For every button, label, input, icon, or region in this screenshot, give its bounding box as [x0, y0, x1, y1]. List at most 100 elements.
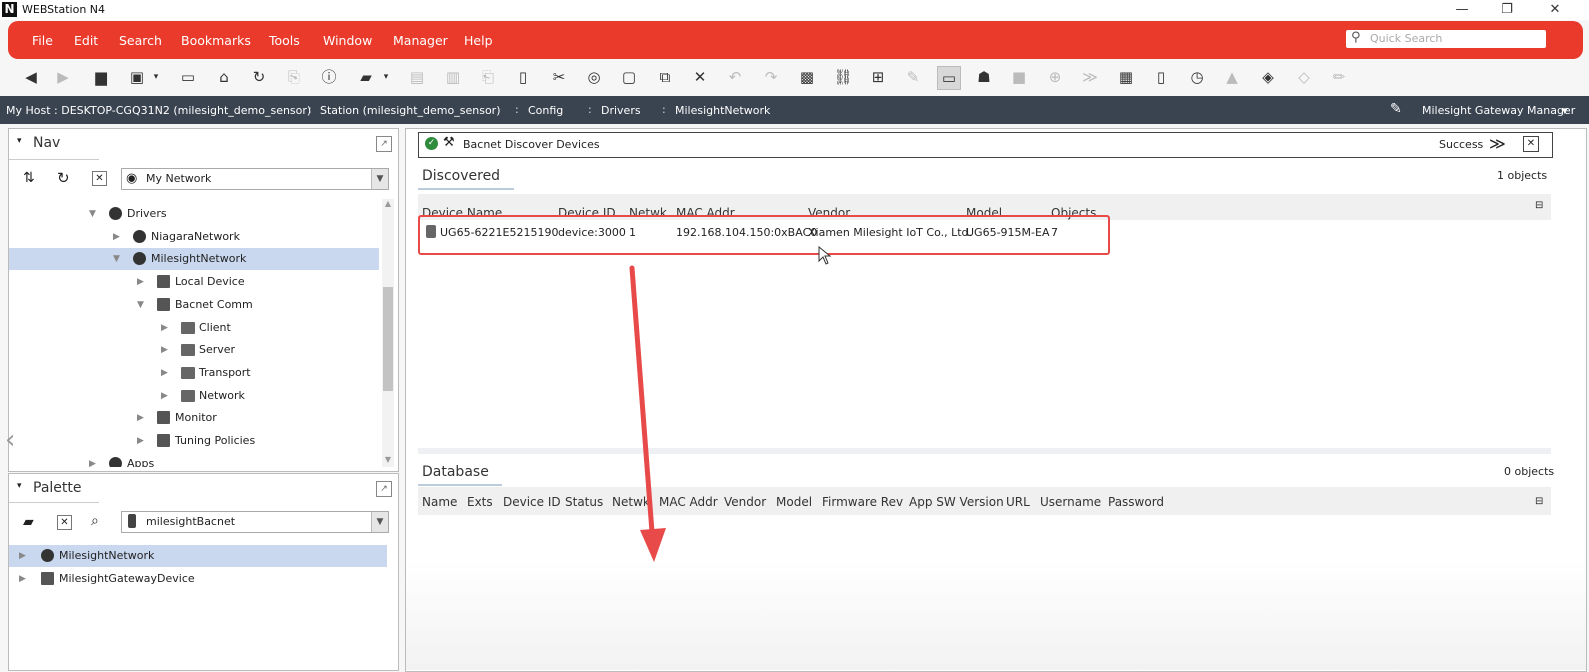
db-col-password[interactable]: Password: [1108, 495, 1164, 509]
menu-window[interactable]: Window: [323, 33, 372, 48]
db-col-name[interactable]: Name: [422, 495, 457, 509]
crumb-config[interactable]: Config: [528, 104, 563, 117]
tree-item[interactable]: ▼ Bacnet Comm: [9, 294, 379, 316]
nav-scroll-thumb[interactable]: [383, 287, 393, 391]
crumb-milesight-network[interactable]: MilesightNetwork: [675, 104, 770, 117]
edit-pencil-icon[interactable]: ✎: [902, 66, 924, 88]
tree-item[interactable]: ▶ Network: [9, 385, 379, 407]
collapse-icon[interactable]: ▾: [17, 136, 22, 146]
home-icon[interactable]: ⌂: [213, 66, 235, 88]
db-col-app-sw-version[interactable]: App SW Version: [909, 495, 1004, 509]
document-icon[interactable]: ▯: [1150, 66, 1172, 88]
crumb-drivers[interactable]: Drivers: [601, 104, 641, 117]
tree-item[interactable]: ▶ Tuning Policies: [9, 430, 379, 452]
tree-item[interactable]: ▶ Client: [9, 317, 379, 339]
db-col-vendor[interactable]: Vendor: [724, 495, 766, 509]
add-doc-icon[interactable]: ⊞: [867, 66, 889, 88]
marker-icon[interactable]: ✏: [1328, 66, 1350, 88]
discovered-tab[interactable]: Discovered: [418, 160, 514, 190]
link-mark-icon[interactable]: ▩: [796, 66, 818, 88]
expand-icon[interactable]: ▶: [161, 385, 168, 407]
stop-icon[interactable]: ■: [1008, 66, 1030, 88]
new-doc-icon[interactable]: ▯: [512, 66, 534, 88]
tree-item[interactable]: ▶ Monitor: [9, 407, 379, 429]
nav-scrollbar[interactable]: ▲ ▼: [382, 199, 394, 467]
refresh-icon[interactable]: ↻: [248, 66, 270, 88]
expand-icon[interactable]: ▶: [137, 407, 144, 429]
refresh-tree-icon[interactable]: ↻: [57, 169, 70, 187]
tree-item[interactable]: ▼ MilesightNetwork: [9, 248, 379, 271]
sort-icon[interactable]: ⇅: [23, 170, 35, 186]
expand-icon[interactable]: ▶: [161, 362, 168, 384]
view-selector[interactable]: Milesight Gateway Manager: [1422, 104, 1575, 117]
palette-tab[interactable]: ▾ Palette: [9, 474, 99, 503]
match-icon[interactable]: ≫: [1079, 66, 1101, 88]
collapse-icon[interactable]: ▾: [17, 481, 22, 491]
db-col-username[interactable]: Username: [1040, 495, 1101, 509]
link-icon[interactable]: ⛓: [832, 66, 854, 88]
expand-icon[interactable]: ▶: [137, 430, 144, 452]
job-details-icon[interactable]: ≫: [1489, 134, 1506, 153]
column-chooser-icon[interactable]: ⊟: [1535, 200, 1543, 211]
menu-search[interactable]: Search: [119, 33, 162, 48]
side-bar-dropdown-icon[interactable]: ▾: [145, 66, 167, 88]
tag-icon[interactable]: ◈: [1257, 66, 1279, 88]
expand-icon[interactable]: ▶: [19, 545, 26, 567]
tree-item[interactable]: ▶ Apps: [9, 453, 379, 467]
side-collapse-icon[interactable]: ‹: [5, 425, 15, 455]
close-tree-icon[interactable]: ✕: [92, 171, 107, 186]
nav-network-combo[interactable]: ◉ My Network ▼: [121, 168, 389, 190]
palette-item-milesight-gateway-device[interactable]: ▶ MilesightGatewayDevice: [9, 568, 379, 590]
forward-icon[interactable]: ▶: [52, 66, 74, 88]
quick-search-input[interactable]: ⚲ Quick Search: [1346, 30, 1546, 48]
menu-file[interactable]: File: [32, 33, 53, 48]
db-col-status[interactable]: Status: [565, 495, 603, 509]
open-dropdown-icon[interactable]: ▾: [375, 66, 397, 88]
collapse-icon[interactable]: ▼: [89, 203, 96, 225]
split-divider[interactable]: [418, 448, 1551, 454]
view-pencil-icon[interactable]: ✎: [1390, 101, 1402, 117]
maximize-button[interactable]: ❐: [1497, 1, 1517, 19]
cut-icon[interactable]: ✂: [548, 66, 570, 88]
crumb-host[interactable]: My Host : DESKTOP-CGQ31N2 (milesight_dem…: [6, 104, 311, 117]
template-icon[interactable]: ▦: [1115, 66, 1137, 88]
view-selector-dropdown-icon[interactable]: ▾: [1562, 104, 1568, 117]
tag-edit-icon[interactable]: ◇: [1293, 66, 1315, 88]
tree-item[interactable]: ▼ Drivers: [9, 203, 379, 225]
db-col-firmware-rev[interactable]: Firmware Rev: [822, 495, 903, 509]
open-palette-icon[interactable]: ▰: [23, 514, 34, 530]
folder-up-icon[interactable]: ▆: [90, 66, 112, 88]
tree-item[interactable]: ▶ Transport: [9, 362, 379, 384]
copy-icon[interactable]: ◎: [583, 66, 605, 88]
save-icon[interactable]: ▤: [406, 66, 428, 88]
manager-view-icon[interactable]: ▭: [937, 66, 961, 90]
crumb-station[interactable]: Station (milesight_demo_sensor): [320, 104, 501, 117]
alarm-icon[interactable]: ▲: [1221, 66, 1243, 88]
close-window-button[interactable]: ✕: [1545, 1, 1565, 19]
console-icon[interactable]: ▭: [177, 66, 199, 88]
minimize-button[interactable]: —: [1452, 1, 1472, 19]
chevron-down-icon[interactable]: ▼: [371, 169, 388, 189]
close-job-icon[interactable]: ✕: [1523, 136, 1539, 152]
expand-icon[interactable]: ▶: [89, 453, 96, 467]
expand-pane-icon[interactable]: ↗: [376, 136, 392, 152]
db-col-url[interactable]: URL: [1006, 495, 1030, 509]
expand-icon[interactable]: ▶: [113, 226, 120, 248]
chevron-down-icon[interactable]: ▼: [371, 512, 388, 532]
tree-item[interactable]: ▶ Local Device: [9, 271, 379, 293]
expand-icon[interactable]: ▶: [137, 271, 144, 293]
copy-view-icon[interactable]: ⎘: [283, 66, 305, 88]
menu-tools[interactable]: Tools: [269, 33, 300, 48]
db-col-model[interactable]: Model: [776, 495, 812, 509]
delete-icon[interactable]: ✕: [689, 66, 711, 88]
nav-tab[interactable]: ▾ Nav: [9, 129, 99, 160]
tree-item[interactable]: ▶ Server: [9, 339, 379, 361]
info-icon[interactable]: ⓘ: [318, 66, 340, 88]
expand-pane-icon[interactable]: ↗: [376, 481, 392, 497]
collapse-icon[interactable]: ▼: [137, 294, 144, 316]
database-tab[interactable]: Database: [418, 456, 502, 486]
save-all-icon[interactable]: ▥: [442, 66, 464, 88]
tree-item[interactable]: ▶ NiagaraNetwork: [9, 226, 379, 248]
clock-icon[interactable]: ◷: [1186, 66, 1208, 88]
db-col-device-id[interactable]: Device ID: [503, 495, 561, 509]
